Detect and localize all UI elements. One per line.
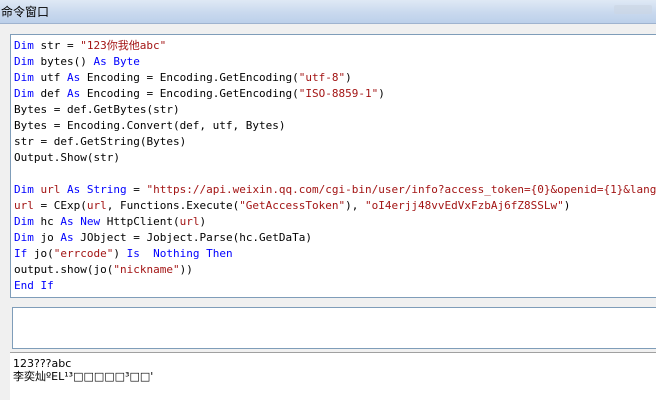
code-token: "utf-8": [298, 71, 346, 84]
code-token: ): [378, 87, 385, 100]
code-token: JObject = Jobject.Parse(hc.GetDaTa): [80, 231, 313, 244]
code-line: Bytes = def.GetBytes(str): [14, 102, 656, 118]
code-line: url = CExp(url, Functions.Execute("GetAc…: [14, 198, 656, 214]
code-token: End If: [14, 279, 54, 292]
code-token: "ISO-8859-1": [298, 87, 379, 100]
code-token: As String: [67, 183, 127, 196]
code-line: Bytes = Encoding.Convert(def, utf, Bytes…: [14, 118, 656, 134]
code-token: If: [14, 247, 34, 260]
code-token: Dim: [14, 87, 41, 100]
code-token: "https://api.weixin.qq.com/cgi-bin/user/…: [146, 183, 656, 196]
code-token: As Byte: [93, 55, 140, 68]
command-input[interactable]: [12, 307, 656, 349]
code-line: Output.Show(str): [14, 150, 656, 166]
code-token: ): [345, 71, 352, 84]
code-token: url: [86, 199, 107, 212]
code-line: str = def.GetString(Bytes): [14, 134, 656, 150]
code-token: = CExp(: [33, 199, 87, 212]
code-line: Dim utf As Encoding = Encoding.GetEncodi…: [14, 70, 656, 86]
code-line: Dim bytes() As Byte: [14, 54, 656, 70]
code-token: , Functions.Execute(: [106, 199, 240, 212]
code-token: jo(: [33, 247, 54, 260]
code-token: bytes(): [40, 55, 94, 68]
output-line: 李奕灿ºEL¹³□□□□□³□□': [13, 370, 154, 383]
code-line: Dim def As Encoding = Encoding.GetEncodi…: [14, 86, 656, 102]
window-controls[interactable]: [614, 5, 652, 14]
code-token: Dim: [14, 183, 41, 196]
code-token: ): [563, 199, 571, 212]
code-token: Dim: [14, 39, 41, 52]
code-token: As: [60, 231, 81, 244]
code-token: Encoding = Encoding.GetEncoding(: [86, 87, 299, 100]
code-token: "errcode": [53, 247, 114, 260]
code-token: "123你我他abc": [80, 39, 167, 52]
code-token: )): [179, 263, 193, 276]
title-bar: 命令窗口: [0, 0, 656, 24]
code-editor[interactable]: Dim str = "123你我他abc" Dim bytes() As Byte…: [10, 34, 656, 298]
code-token: Bytes = Encoding.Convert(def, utf, Bytes…: [14, 119, 286, 132]
code-token: utf: [40, 71, 67, 84]
code-token: ): [199, 215, 207, 228]
code-token: hc: [40, 215, 61, 228]
code-token: As: [67, 71, 87, 84]
code-token: =: [126, 183, 147, 196]
code-token: Dim: [14, 55, 41, 68]
code-token: HttpClient(: [106, 215, 180, 228]
code-token: url: [14, 199, 34, 212]
code-token: ): [113, 247, 127, 260]
output-pane: 123???abc 李奕灿ºEL¹³□□□□□³□□': [10, 352, 656, 400]
code-line: output.show(jo("nickname")): [14, 262, 656, 278]
code-token: str =: [40, 39, 81, 52]
code-line: Dim url As String = "https://api.weixin.…: [14, 182, 656, 198]
code-token: "oI4erjj48vvEdVxFzbAj6fZ8SSLw": [365, 199, 564, 212]
code-token: "GetAccessToken": [239, 199, 346, 212]
code-line: End If: [14, 278, 656, 294]
code-token: As New: [60, 215, 107, 228]
code-token: Bytes = def.GetBytes(str): [14, 103, 180, 116]
code-token: "nickname": [113, 263, 180, 276]
code-line: Dim hc As New HttpClient(url): [14, 214, 656, 230]
code-line: Dim str = "123你我他abc": [14, 38, 656, 54]
code-token: ),: [345, 199, 366, 212]
code-token: output.show(jo(: [14, 263, 114, 276]
code-token: jo: [40, 231, 61, 244]
code-token: str = def.GetString(Bytes): [14, 135, 187, 148]
code-token: Dim: [14, 215, 41, 228]
code-token: def: [40, 87, 67, 100]
code-token: url: [179, 215, 200, 228]
code-lines: Dim str = "123你我他abc" Dim bytes() As Byte…: [14, 38, 656, 294]
code-token: As: [67, 87, 87, 100]
code-token: Dim: [14, 71, 41, 84]
code-token: Is Nothing Then: [126, 247, 233, 260]
code-token: Output.Show(str): [14, 151, 120, 164]
code-line: Dim jo As JObject = Jobject.Parse(hc.Get…: [14, 230, 656, 246]
window-title: 命令窗口: [1, 5, 50, 19]
code-token: Encoding = Encoding.GetEncoding(: [86, 71, 299, 84]
code-token: url: [40, 183, 61, 196]
code-token: Dim: [14, 231, 41, 244]
output-line: 123???abc: [13, 357, 72, 370]
code-line: If jo("errcode") Is Nothing Then: [14, 246, 656, 262]
